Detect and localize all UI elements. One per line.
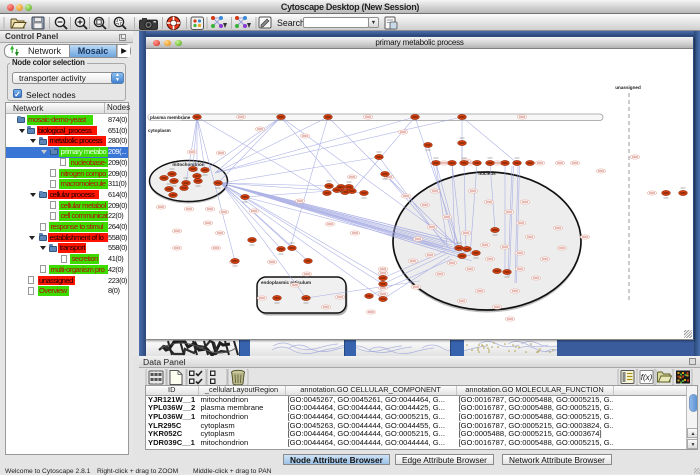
- svg-text:cytoplasm: cytoplasm: [148, 128, 171, 133]
- svg-text:plasma membrane: plasma membrane: [150, 115, 191, 120]
- svg-text:endoplasmic reticulum: endoplasmic reticulum: [261, 280, 311, 285]
- svg-text:nucleus: nucleus: [478, 171, 496, 176]
- svg-text:f(x): f(x): [641, 373, 653, 382]
- svg-text:unassigned: unassigned: [615, 85, 641, 90]
